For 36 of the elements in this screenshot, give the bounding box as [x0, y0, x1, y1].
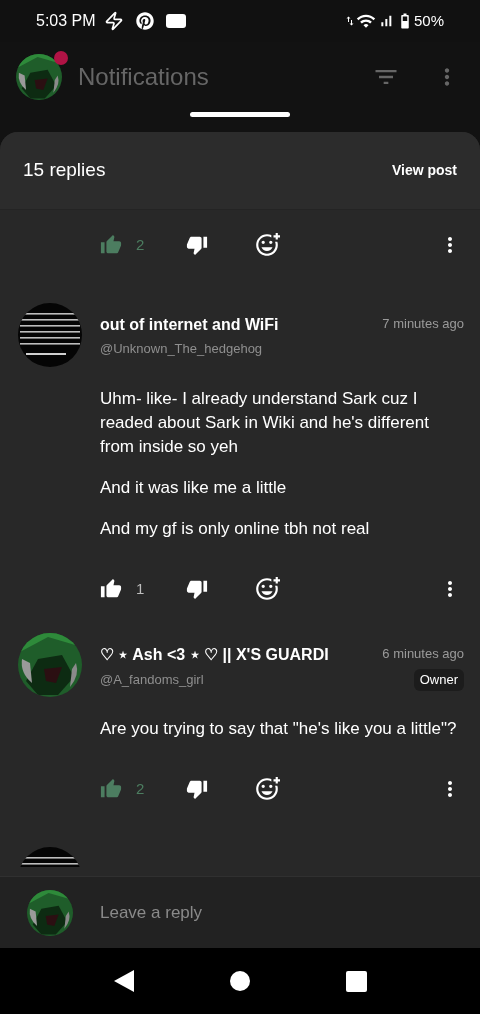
- bolt-icon: [103, 11, 124, 31]
- add-reaction-icon[interactable]: [254, 776, 280, 802]
- view-post-button[interactable]: View post: [391, 160, 457, 181]
- like-count: 2: [136, 778, 146, 799]
- comment-text: And it was like me a little: [100, 477, 288, 499]
- author-name[interactable]: ♡ ⋆ Ash <3 ⋆ ♡ || X'S GUARDI: [100, 643, 329, 667]
- add-reaction-icon[interactable]: [254, 232, 280, 258]
- thumbs-down-icon[interactable]: [186, 578, 208, 600]
- battery-level: 50%: [413, 10, 444, 31]
- comment-time: 7 minutes ago: [382, 315, 464, 333]
- thumbs-down-icon[interactable]: [186, 234, 208, 256]
- add-reaction-icon[interactable]: [254, 576, 280, 602]
- thumbs-up-icon[interactable]: [100, 234, 122, 256]
- comment-text: And my gf is only online tbh not real: [100, 518, 371, 540]
- drag-handle[interactable]: [190, 112, 290, 117]
- replies-title: 15 replies: [23, 158, 106, 183]
- pinterest-icon: [135, 12, 154, 30]
- comment-text: Are you trying to say that "he's like you a little"?: [100, 718, 458, 740]
- home-icon[interactable]: [229, 971, 250, 991]
- author-handle[interactable]: @A_fandoms_girl: [100, 670, 204, 690]
- recents-icon[interactable]: [345, 970, 367, 992]
- author-handle[interactable]: @Unknown_The_hedgehog: [100, 339, 263, 359]
- author-name[interactable]: out of internet and WiFi: [100, 313, 279, 337]
- reply-bar[interactable]: Leave a reply: [0, 876, 480, 948]
- status-time: 5:03 PM: [36, 11, 96, 31]
- thumbs-up-icon[interactable]: [100, 578, 122, 600]
- comment-text: Uhm- like- I already understand Sark cuz I readed about Sark in Wiki and he's different from inside so yeh: [100, 388, 430, 458]
- like-count: 2: [136, 234, 146, 255]
- thumbs-down-icon[interactable]: [186, 778, 208, 800]
- comment-time: 6 minutes ago: [382, 645, 464, 663]
- page-title: Notifications: [78, 62, 209, 92]
- like-count: 1: [136, 578, 146, 599]
- message-icon: [165, 14, 186, 28]
- owner-badge: Owner: [413, 669, 464, 691]
- back-icon[interactable]: [113, 970, 134, 992]
- thumbs-up-icon[interactable]: [100, 778, 122, 800]
